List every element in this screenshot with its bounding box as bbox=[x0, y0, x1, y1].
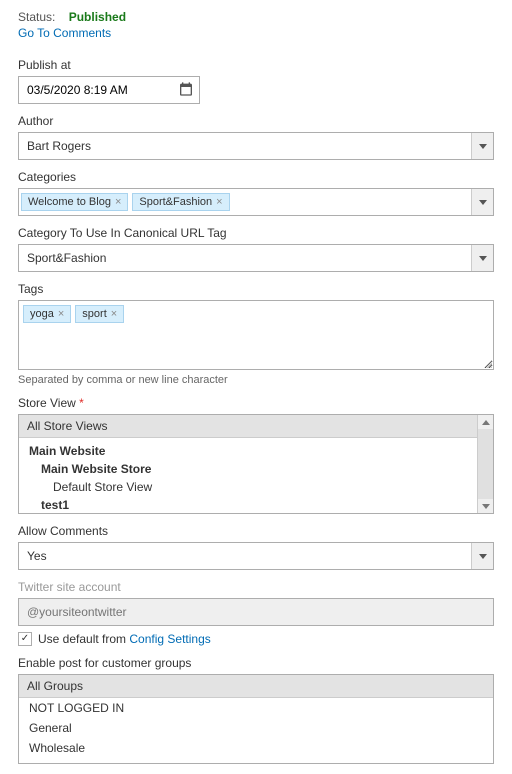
remove-icon[interactable]: × bbox=[216, 196, 222, 208]
resize-handle-icon[interactable] bbox=[482, 358, 492, 368]
groups-list[interactable]: NOT LOGGED IN General Wholesale Retailer bbox=[19, 698, 493, 763]
categories-select[interactable]: Welcome to Blog × Sport&Fashion × bbox=[18, 188, 494, 216]
canonical-value: Sport&Fashion bbox=[19, 251, 471, 265]
status-value: Published bbox=[69, 10, 126, 24]
use-default-row[interactable]: ✓ Use default from Config Settings bbox=[18, 632, 494, 646]
config-settings-link[interactable]: Config Settings bbox=[129, 632, 210, 646]
store-view-item[interactable]: Default Store View bbox=[19, 478, 493, 496]
tag-chip[interactable]: yoga × bbox=[23, 305, 71, 323]
remove-icon[interactable]: × bbox=[115, 196, 121, 208]
tag-chip-label: sport bbox=[82, 308, 106, 320]
store-view-select[interactable]: All Store Views Main Website Main Websit… bbox=[18, 414, 494, 514]
categories-label: Categories bbox=[18, 170, 494, 184]
canonical-select[interactable]: Sport&Fashion bbox=[18, 244, 494, 272]
chevron-down-icon bbox=[471, 133, 493, 159]
checkbox-checked-icon[interactable]: ✓ bbox=[18, 632, 32, 646]
scrollbar[interactable] bbox=[477, 415, 493, 513]
group-item[interactable]: General bbox=[19, 718, 493, 738]
scroll-track[interactable] bbox=[478, 429, 493, 499]
category-chip-label: Sport&Fashion bbox=[139, 196, 212, 208]
tag-chip[interactable]: sport × bbox=[75, 305, 124, 323]
remove-icon[interactable]: × bbox=[111, 308, 117, 320]
publish-at-field[interactable] bbox=[18, 76, 200, 104]
publish-at-label: Publish at bbox=[18, 58, 494, 72]
author-label: Author bbox=[18, 114, 494, 128]
group-item[interactable]: NOT LOGGED IN bbox=[19, 698, 493, 718]
store-view-item[interactable]: Main Website bbox=[19, 442, 493, 460]
store-view-item[interactable]: test1 bbox=[19, 496, 493, 513]
groups-label: Enable post for customer groups bbox=[18, 656, 494, 670]
chevron-down-icon bbox=[471, 245, 493, 271]
category-chip[interactable]: Welcome to Blog × bbox=[21, 193, 128, 211]
allow-comments-select[interactable]: Yes bbox=[18, 542, 494, 570]
twitter-input bbox=[18, 598, 494, 626]
use-default-prefix: Use default from bbox=[38, 632, 129, 646]
group-item[interactable]: Wholesale bbox=[19, 738, 493, 758]
allow-comments-value: Yes bbox=[19, 549, 471, 563]
tags-input[interactable]: yoga × sport × bbox=[18, 300, 494, 370]
tag-chip-label: yoga bbox=[30, 308, 54, 320]
go-to-comments-link[interactable]: Go To Comments bbox=[18, 26, 111, 40]
category-chip[interactable]: Sport&Fashion × bbox=[132, 193, 229, 211]
tags-note: Separated by comma or new line character bbox=[18, 374, 494, 386]
use-default-text: Use default from Config Settings bbox=[38, 632, 211, 646]
twitter-label: Twitter site account bbox=[18, 580, 494, 594]
author-value: Bart Rogers bbox=[19, 139, 471, 153]
store-view-selected[interactable]: All Store Views bbox=[19, 415, 493, 438]
chevron-down-icon bbox=[471, 189, 493, 215]
allow-comments-label: Allow Comments bbox=[18, 524, 494, 538]
store-view-item[interactable]: Main Website Store bbox=[19, 460, 493, 478]
chevron-down-icon bbox=[471, 543, 493, 569]
scroll-up-icon[interactable] bbox=[478, 415, 493, 429]
status-label: Status: bbox=[18, 10, 55, 24]
author-select[interactable]: Bart Rogers bbox=[18, 132, 494, 160]
groups-selected[interactable]: All Groups bbox=[19, 675, 493, 698]
customer-groups-select[interactable]: All Groups NOT LOGGED IN General Wholesa… bbox=[18, 674, 494, 764]
store-view-label: Store View bbox=[18, 396, 494, 410]
scroll-down-icon[interactable] bbox=[478, 499, 493, 513]
canonical-label: Category To Use In Canonical URL Tag bbox=[18, 226, 494, 240]
group-item[interactable]: Retailer bbox=[19, 758, 493, 763]
publish-at-input[interactable] bbox=[18, 76, 200, 104]
remove-icon[interactable]: × bbox=[58, 308, 64, 320]
tags-label: Tags bbox=[18, 282, 494, 296]
status-row: Status: Published bbox=[18, 10, 494, 24]
category-chip-label: Welcome to Blog bbox=[28, 196, 111, 208]
store-view-list[interactable]: Main Website Main Website Store Default … bbox=[19, 438, 493, 513]
